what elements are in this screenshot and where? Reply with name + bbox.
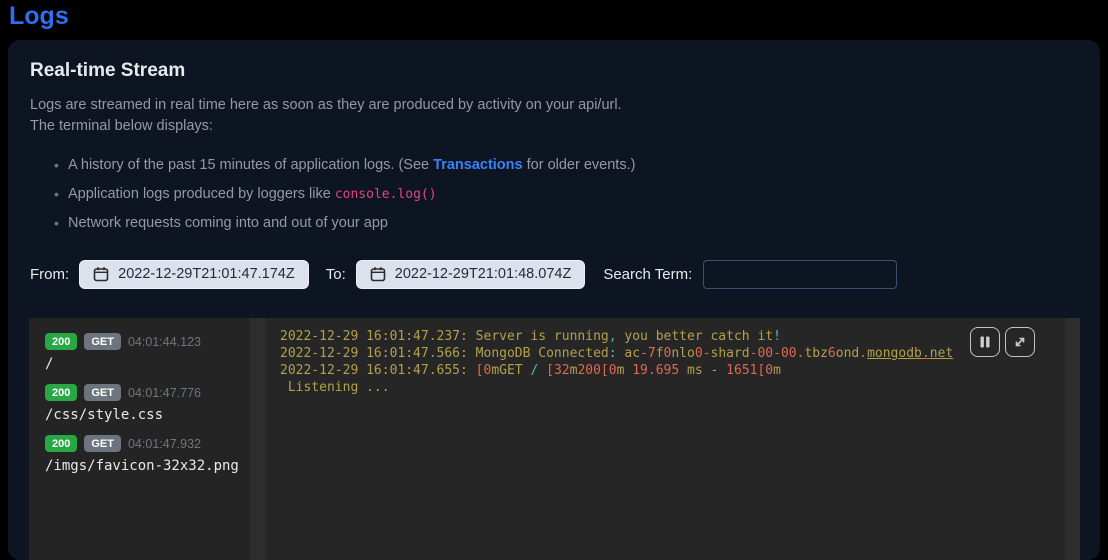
request-entry-header: 200 GET 04:01:47.776: [45, 384, 240, 401]
terminal-text-segment: mongodb: [867, 346, 922, 361]
calendar-icon: [370, 266, 386, 282]
terminal-line: Listening ...: [280, 379, 1051, 396]
terminal-text-segment: GET: [499, 363, 530, 378]
status-badge: 200: [45, 333, 77, 350]
search-term-label: Search Term:: [603, 266, 692, 283]
expand-icon: [1012, 334, 1028, 350]
search-term-input[interactable]: [703, 260, 897, 289]
terminal-text-segment: -7: [640, 346, 656, 361]
log-viewer: 200 GET 04:01:44.123 / 200 GET 04:01:47.776/cs…: [29, 318, 1080, 560]
request-list: 200 GET 04:01:44.123 / 200 GET 04:01:47.776/cs…: [29, 318, 250, 560]
bullet-text: Application logs produced by loggers lik…: [68, 186, 335, 202]
terminal-text-segment: [0: [601, 363, 617, 378]
request-path: /css/style.css: [45, 407, 240, 423]
terminal-text-segment: 1651: [726, 363, 757, 378]
terminal-text-segment: tbz: [804, 346, 827, 361]
terminal-text-segment: [32: [546, 363, 569, 378]
request-entry[interactable]: 200 GET 04:01:47.776/css/style.css: [45, 384, 240, 423]
terminal-text-segment: ms -: [679, 363, 726, 378]
bullet-text: for older events.): [523, 157, 636, 173]
filter-bar: From: 2022-12-29T21:01:47.174Z To:: [30, 259, 1078, 289]
to-date-value: 2022-12-29T21:01:48.074Z: [395, 266, 572, 282]
terminal-text-segment: .: [859, 346, 867, 361]
request-timestamp: 04:01:47.932: [128, 437, 201, 451]
terminal-text-segment: m: [617, 363, 633, 378]
terminal-text-segment: !: [773, 329, 781, 344]
expand-button[interactable]: [1005, 327, 1035, 357]
terminal-text-segment: m: [773, 363, 781, 378]
terminal-text-segment: net: [930, 346, 953, 361]
request-entry-header: 200 GET 04:01:44.123: [45, 333, 240, 350]
terminal-text-segment: ac: [617, 346, 640, 361]
terminal-text-segment: -: [703, 346, 711, 361]
terminal: 2022-12-29 16:01:47.237: Server is runni…: [266, 318, 1065, 560]
realtime-stream-panel: Real-time Stream Logs are streamed in re…: [8, 40, 1100, 560]
terminal-text-segment: you better catch it: [617, 329, 774, 344]
panel-description-line2: The terminal below displays:: [30, 116, 1078, 137]
terminal-text-segment: f: [656, 346, 664, 361]
terminal-text-segment: shard: [711, 346, 750, 361]
terminal-text-segment: m: [491, 363, 499, 378]
calendar-icon: [93, 266, 109, 282]
terminal-output: 2022-12-29 16:01:47.237: Server is runni…: [280, 328, 1051, 396]
to-label: To:: [326, 266, 346, 283]
terminal-text-segment: [0: [757, 363, 773, 378]
terminal-text-segment: [538, 363, 546, 378]
request-list-scrollbar[interactable]: [250, 318, 266, 560]
terminal-text-segment: nlo: [671, 346, 694, 361]
terminal-scrollbar[interactable]: [1065, 318, 1080, 560]
request-entry-header: 200 GET 04:01:47.932: [45, 435, 240, 452]
request-entry[interactable]: 200 GET 04:01:44.123 /: [45, 333, 240, 372]
from-label: From:: [30, 266, 69, 283]
terminal-text-segment: 19.695: [632, 363, 679, 378]
terminal-text-segment: :: [609, 346, 617, 361]
from-date-input[interactable]: 2022-12-29T21:01:47.174Z: [79, 260, 309, 289]
request-entry[interactable]: 200 GET 04:01:47.932/imgs/favicon-32x32.pn…: [45, 435, 240, 474]
page-title: Logs: [0, 0, 1108, 31]
terminal-text-segment: [0: [476, 363, 492, 378]
terminal-text-segment: 6: [828, 346, 836, 361]
from-date-value: 2022-12-29T21:01:47.174Z: [118, 266, 295, 282]
terminal-text-segment: 200: [577, 363, 600, 378]
request-path: /: [45, 356, 240, 372]
terminal-text-segment: 2022-12-29 16:01:47.237: Server is runni…: [280, 329, 609, 344]
terminal-text-segment: .: [922, 346, 930, 361]
request-path: /imgs/favicon-32x32.png: [45, 458, 240, 474]
method-badge: GET: [84, 384, 121, 401]
panel-description-line1: Logs are streamed in real time here as s…: [30, 95, 1078, 116]
request-timestamp: 04:01:47.776: [128, 386, 201, 400]
info-list: A history of the past 15 minutes of appl…: [30, 157, 1078, 232]
terminal-text-segment: -00-00.: [750, 346, 805, 361]
info-bullet: Network requests coming into and out of …: [30, 215, 1078, 232]
terminal-text-segment: Listening ...: [280, 380, 390, 395]
terminal-text-segment: 2022-12-29 16:01:47.566: MongoDB Connect…: [280, 346, 609, 361]
terminal-controls: [970, 327, 1035, 357]
to-date-input[interactable]: 2022-12-29T21:01:48.074Z: [356, 260, 586, 289]
terminal-text-segment: 2022-12-29 16:01:47.655:: [280, 363, 476, 378]
terminal-line: 2022-12-29 16:01:47.655: [0mGET / [32m20…: [280, 362, 1051, 379]
info-bullet: A history of the past 15 minutes of appl…: [30, 157, 1078, 174]
transactions-link[interactable]: Transactions: [433, 157, 522, 173]
bullet-text: Network requests coming into and out of …: [68, 215, 388, 231]
terminal-text-segment: ,: [609, 329, 617, 344]
bullet-text: A history of the past 15 minutes of appl…: [68, 157, 433, 173]
pause-icon: [978, 335, 992, 349]
status-badge: 200: [45, 384, 77, 401]
status-badge: 200: [45, 435, 77, 452]
terminal-line: 2022-12-29 16:01:47.566: MongoDB Connect…: [280, 345, 1051, 362]
method-badge: GET: [84, 333, 121, 350]
terminal-line: 2022-12-29 16:01:47.237: Server is runni…: [280, 328, 1051, 345]
panel-heading: Real-time Stream: [30, 60, 1078, 82]
terminal-text-segment: 0: [695, 346, 703, 361]
pause-button[interactable]: [970, 327, 1000, 357]
terminal-text-segment: ond: [836, 346, 859, 361]
info-bullet: Application logs produced by loggers lik…: [30, 186, 1078, 203]
request-timestamp: 04:01:44.123: [128, 335, 201, 349]
code-snippet: console.log(): [335, 187, 437, 202]
method-badge: GET: [84, 435, 121, 452]
